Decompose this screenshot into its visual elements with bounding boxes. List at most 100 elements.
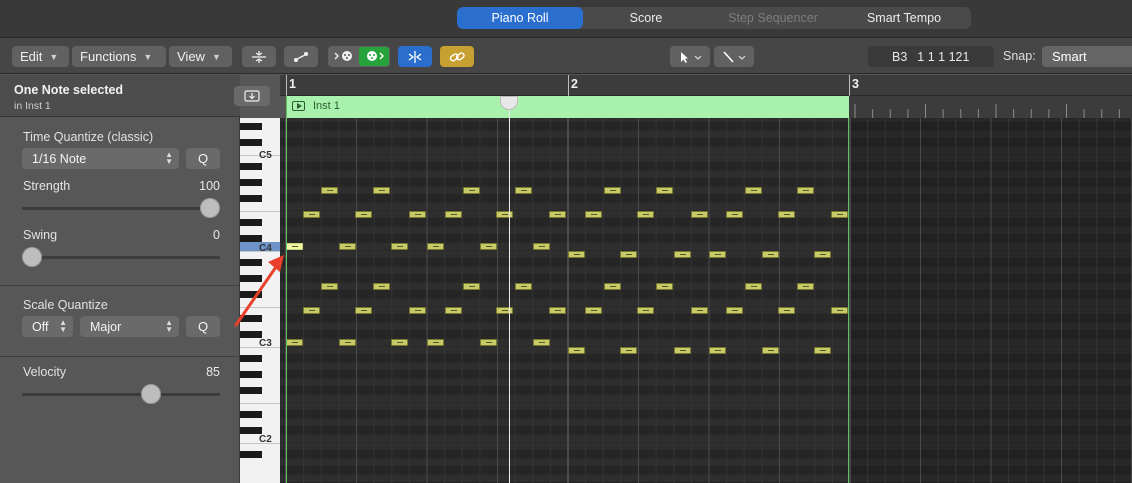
midi-note[interactable] — [568, 347, 585, 354]
midi-note[interactable] — [585, 211, 602, 218]
tab-smart-tempo[interactable]: Smart Tempo — [837, 7, 971, 29]
midi-note[interactable] — [355, 211, 372, 218]
midi-note[interactable] — [480, 339, 497, 346]
black-key[interactable] — [240, 411, 262, 418]
midi-note[interactable] — [778, 211, 795, 218]
midi-note[interactable] — [373, 187, 390, 194]
midi-note[interactable] — [726, 307, 743, 314]
black-key[interactable] — [240, 387, 262, 394]
midi-note[interactable] — [533, 339, 550, 346]
midi-note[interactable] — [726, 211, 743, 218]
midi-note[interactable] — [656, 283, 673, 290]
black-key[interactable] — [240, 163, 262, 170]
midi-note[interactable] — [303, 307, 320, 314]
collapse-view-button[interactable] — [242, 46, 276, 67]
midi-note[interactable] — [691, 211, 708, 218]
scale-root-select[interactable]: Off ▲ ▼ — [22, 316, 73, 337]
midi-note[interactable] — [814, 347, 831, 354]
midi-note[interactable] — [339, 339, 356, 346]
automation-button[interactable] — [284, 46, 318, 67]
tab-step-sequencer[interactable]: Step Sequencer — [709, 7, 837, 29]
midi-note[interactable] — [391, 243, 408, 250]
black-key[interactable] — [240, 179, 262, 186]
black-key[interactable] — [240, 451, 262, 458]
midi-note[interactable] — [797, 283, 814, 290]
midi-note[interactable] — [391, 339, 408, 346]
view-menu[interactable]: View ▼ — [169, 46, 232, 67]
midi-note[interactable] — [831, 307, 848, 314]
time-quantize-select[interactable]: 1/16 Note ▲ ▼ — [22, 148, 179, 169]
midi-note[interactable] — [585, 307, 602, 314]
midi-note[interactable] — [515, 283, 532, 290]
edit-menu[interactable]: Edit ▼ — [12, 46, 69, 67]
midi-note[interactable] — [549, 211, 566, 218]
midi-note[interactable] — [549, 307, 566, 314]
midi-note[interactable] — [637, 211, 654, 218]
midi-note[interactable] — [709, 347, 726, 354]
midi-note[interactable] — [604, 283, 621, 290]
midi-note[interactable] — [409, 307, 426, 314]
pointer-tool-menu[interactable] — [670, 46, 710, 67]
black-key[interactable] — [240, 259, 262, 266]
midi-note[interactable] — [321, 187, 338, 194]
midi-note[interactable] — [427, 243, 444, 250]
link-button[interactable] — [440, 46, 474, 67]
catch-playhead-button[interactable] — [398, 46, 432, 67]
black-key[interactable] — [240, 331, 262, 338]
time-quantize-q-button[interactable]: Q — [186, 148, 220, 169]
midi-note[interactable] — [691, 307, 708, 314]
midi-note[interactable] — [745, 283, 762, 290]
scale-quantize-q-button[interactable]: Q — [186, 316, 220, 337]
midi-note[interactable] — [303, 211, 320, 218]
region-header[interactable]: Inst 1 — [286, 96, 849, 118]
black-key[interactable] — [240, 219, 262, 226]
velocity-slider-knob[interactable] — [141, 384, 162, 404]
midi-note[interactable] — [620, 347, 637, 354]
swing-slider-knob[interactable] — [22, 247, 42, 267]
selected-midi-note[interactable] — [286, 243, 303, 250]
midi-note[interactable] — [637, 307, 654, 314]
functions-menu[interactable]: Functions ▼ — [72, 46, 166, 67]
show-hide-region-button[interactable] — [234, 86, 270, 106]
midi-note[interactable] — [496, 211, 513, 218]
midi-note[interactable] — [762, 347, 779, 354]
midi-note[interactable] — [355, 307, 372, 314]
midi-note[interactable] — [373, 283, 390, 290]
tab-piano-roll[interactable]: Piano Roll — [457, 7, 583, 29]
midi-note[interactable] — [745, 187, 762, 194]
strength-slider-knob[interactable] — [200, 198, 220, 218]
black-key[interactable] — [240, 139, 262, 146]
midi-note[interactable] — [463, 283, 480, 290]
black-key[interactable] — [240, 123, 262, 130]
midi-note[interactable] — [339, 243, 356, 250]
midi-note[interactable] — [831, 211, 848, 218]
midi-note[interactable] — [762, 251, 779, 258]
midi-note[interactable] — [286, 339, 303, 346]
midi-note[interactable] — [604, 187, 621, 194]
bar-ruler[interactable]: 1 2 3 — [280, 75, 1132, 96]
midi-note[interactable] — [568, 251, 585, 258]
midi-note[interactable] — [321, 283, 338, 290]
tab-score[interactable]: Score — [583, 7, 709, 29]
midi-note[interactable] — [674, 251, 691, 258]
black-key[interactable] — [240, 315, 262, 322]
playhead-line[interactable] — [509, 96, 510, 483]
midi-note[interactable] — [427, 339, 444, 346]
midi-note[interactable] — [797, 187, 814, 194]
midi-note[interactable] — [496, 307, 513, 314]
scale-type-select[interactable]: Major ▲ ▼ — [80, 316, 179, 337]
midi-note[interactable] — [445, 307, 462, 314]
midi-note[interactable] — [409, 211, 426, 218]
black-key[interactable] — [240, 371, 262, 378]
midi-note[interactable] — [778, 307, 795, 314]
midi-note[interactable] — [656, 187, 673, 194]
midi-in-out-buttons[interactable] — [328, 46, 390, 67]
black-key[interactable] — [240, 291, 262, 298]
midi-note[interactable] — [515, 187, 532, 194]
midi-note[interactable] — [709, 251, 726, 258]
snap-select[interactable]: Smart — [1042, 46, 1132, 67]
midi-note[interactable] — [463, 187, 480, 194]
black-key[interactable] — [240, 275, 262, 282]
midi-note[interactable] — [480, 243, 497, 250]
piano-keyboard[interactable]: C5 C4 C3 C2 — [240, 118, 280, 483]
